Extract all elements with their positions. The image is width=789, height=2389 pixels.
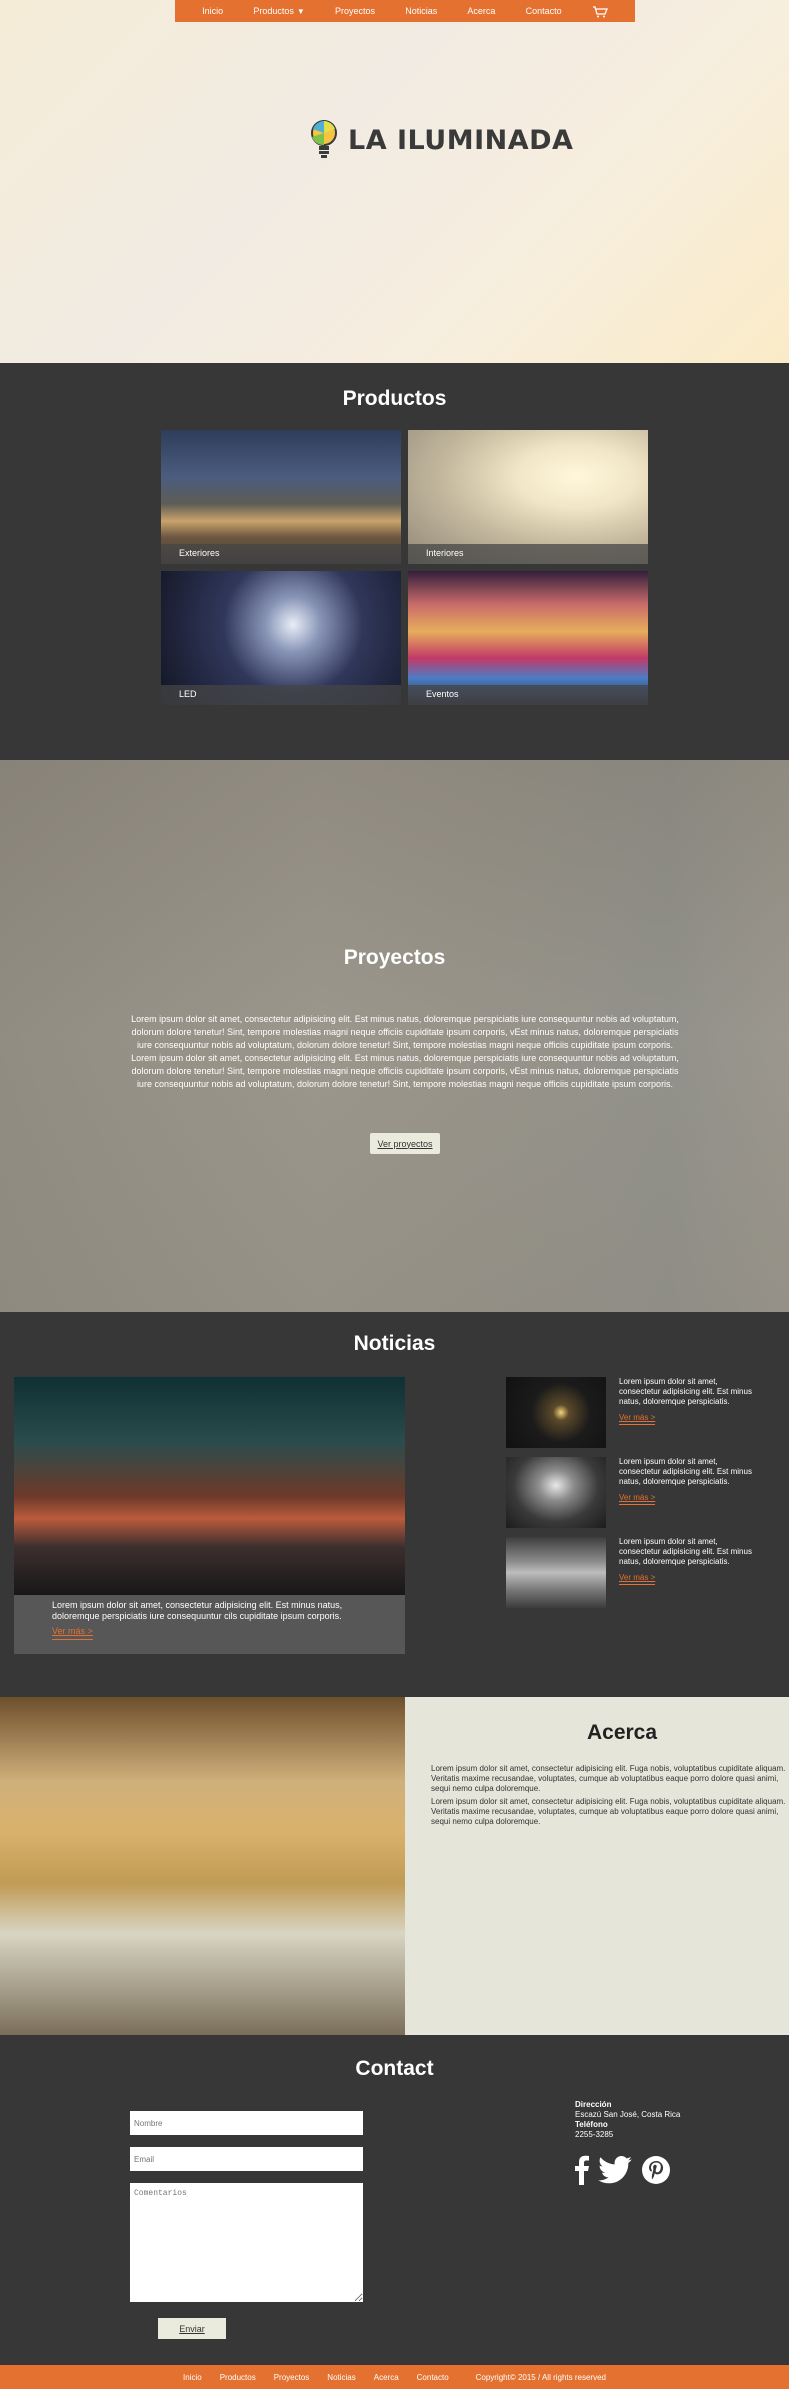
- social-links: [575, 2155, 671, 2190]
- news-side-text: Lorem ipsum dolor sit amet, consectetur …: [619, 1457, 752, 1486]
- news-side-more-link[interactable]: Ver más >: [619, 1493, 656, 1505]
- ver-proyectos-button[interactable]: Ver proyectos: [370, 1133, 440, 1154]
- acerca-section: Acerca Lorem ipsum dolor sit amet, conse…: [0, 1697, 789, 2035]
- news-featured-image[interactable]: [14, 1377, 405, 1595]
- news-side-text: Lorem ipsum dolor sit amet, consectetur …: [619, 1537, 752, 1566]
- news-side-more-link[interactable]: Ver más >: [619, 1413, 656, 1425]
- list-item: Lorem ipsum dolor sit amet, consectetur …: [506, 1377, 756, 1448]
- productos-grid: Exteriores Interiores LED Eventos: [161, 430, 648, 705]
- news-featured-text: Lorem ipsum dolor sit amet, consectetur …: [52, 1600, 343, 1621]
- name-field[interactable]: [130, 2111, 363, 2135]
- brand-logo[interactable]: LA ILUMINADA: [308, 119, 573, 161]
- footer-productos[interactable]: Productos: [220, 2373, 256, 2382]
- news-featured-more-link[interactable]: Ver más >: [52, 1626, 93, 1640]
- list-item: Lorem ipsum dolor sit amet, consectetur …: [506, 1457, 756, 1528]
- nav-acerca[interactable]: Acerca: [467, 6, 495, 16]
- productos-section: Productos Exteriores Interiores LED Even…: [0, 363, 789, 760]
- telefono-value: 2255-3285: [575, 2130, 614, 2139]
- product-card-interiores[interactable]: Interiores: [408, 430, 648, 564]
- product-caption: LED: [161, 685, 401, 705]
- news-thumb[interactable]: [506, 1537, 606, 1608]
- footer-inicio[interactable]: Inicio: [183, 2373, 202, 2382]
- top-nav: Inicio Productos ▼ Proyectos Noticias Ace…: [175, 0, 635, 22]
- pinterest-icon[interactable]: [641, 2155, 671, 2190]
- acerca-paragraph-1: Lorem ipsum dolor sit amet, consectetur …: [431, 1764, 786, 1793]
- nav-contacto[interactable]: Contacto: [526, 6, 562, 16]
- news-thumb[interactable]: [506, 1457, 606, 1528]
- news-side-more-link[interactable]: Ver más >: [619, 1573, 656, 1585]
- hero: LA ILUMINADA: [0, 0, 789, 363]
- product-caption: Interiores: [408, 544, 648, 564]
- cart-icon[interactable]: [592, 5, 608, 18]
- caret-down-icon: ▼: [296, 7, 305, 16]
- nav-productos[interactable]: Productos ▼: [253, 6, 304, 16]
- proyectos-text: Lorem ipsum dolor sit amet, consectetur …: [131, 1014, 679, 1089]
- product-card-eventos[interactable]: Eventos: [408, 571, 648, 705]
- nav-productos-label: Productos: [253, 6, 294, 16]
- brand-name: LA ILUMINADA: [348, 124, 574, 156]
- contact-title: Contact: [355, 2057, 434, 2080]
- telefono-label: Teléfono: [575, 2120, 608, 2129]
- footer-proyectos[interactable]: Proyectos: [274, 2373, 310, 2382]
- acerca-text: Lorem ipsum dolor sit amet, consectetur …: [431, 1764, 789, 1830]
- news-side-list: Lorem ipsum dolor sit amet, consectetur …: [506, 1377, 756, 1617]
- productos-title: Productos: [342, 387, 447, 410]
- noticias-title: Noticias: [353, 1332, 436, 1355]
- footer-acerca[interactable]: Acerca: [374, 2373, 399, 2382]
- nav-noticias[interactable]: Noticias: [405, 6, 437, 16]
- email-field[interactable]: [130, 2147, 363, 2171]
- direccion-value: Escazú San José, Costa Rica: [575, 2110, 681, 2119]
- contact-section: Contact Enviar Dirección Escazú San José…: [0, 2035, 789, 2365]
- direccion-label: Dirección: [575, 2100, 612, 2109]
- product-caption: Exteriores: [161, 544, 401, 564]
- list-item: Lorem ipsum dolor sit amet, consectetur …: [506, 1537, 756, 1608]
- proyectos-section: Proyectos Lorem ipsum dolor sit amet, co…: [0, 760, 789, 1312]
- comments-field[interactable]: [130, 2183, 363, 2302]
- facebook-icon[interactable]: [575, 2155, 589, 2190]
- acerca-photo: [0, 1697, 405, 2035]
- nav-inicio[interactable]: Inicio: [202, 6, 223, 16]
- footer-noticias[interactable]: Noticias: [327, 2373, 355, 2382]
- contact-address: Dirección Escazú San José, Costa Rica Te…: [575, 2100, 680, 2140]
- lightbulb-icon: [308, 119, 340, 161]
- acerca-paragraph-2: Lorem ipsum dolor sit amet, consectetur …: [431, 1797, 786, 1826]
- product-card-exteriores[interactable]: Exteriores: [161, 430, 401, 564]
- footer-contacto[interactable]: Contacto: [417, 2373, 449, 2382]
- acerca-title: Acerca: [586, 1721, 658, 1744]
- noticias-section: Noticias Lorem ipsum dolor sit amet, con…: [0, 1312, 789, 1697]
- copyright: Copyright© 2015 / All rights reserved: [475, 2372, 606, 2382]
- footer: Inicio Productos Proyectos Noticias Acer…: [0, 2365, 789, 2389]
- news-thumb[interactable]: [506, 1377, 606, 1448]
- proyectos-title: Proyectos: [343, 946, 446, 969]
- nav-proyectos[interactable]: Proyectos: [335, 6, 375, 16]
- news-featured: Lorem ipsum dolor sit amet, consectetur …: [14, 1377, 405, 1654]
- product-caption: Eventos: [408, 685, 648, 705]
- send-button[interactable]: Enviar: [158, 2318, 226, 2339]
- twitter-icon[interactable]: [597, 2156, 633, 2189]
- news-side-text: Lorem ipsum dolor sit amet, consectetur …: [619, 1377, 752, 1406]
- product-card-led[interactable]: LED: [161, 571, 401, 705]
